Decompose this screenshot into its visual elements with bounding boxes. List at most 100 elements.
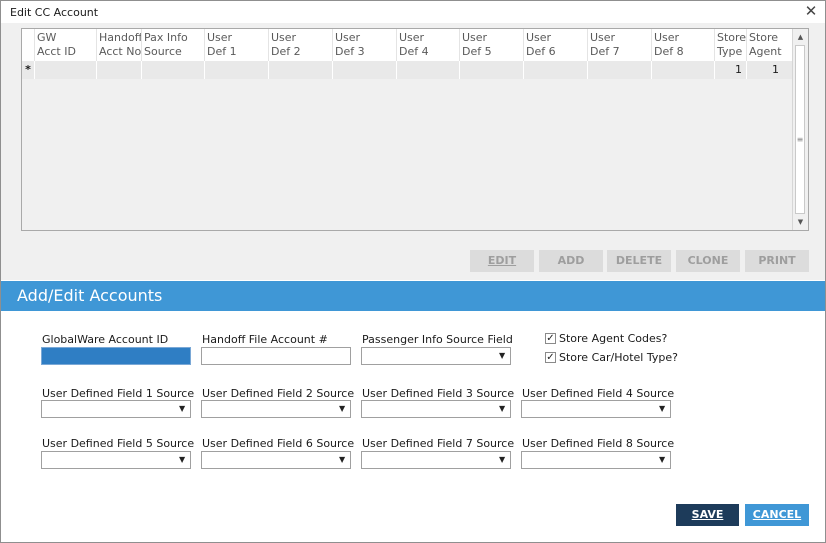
cell-user-def-1[interactable] (205, 61, 269, 79)
column-header-line1: User (462, 31, 488, 44)
window-title: Edit CC Account (10, 6, 99, 19)
row-indicator-header (22, 29, 35, 61)
column-header-store-agent[interactable]: Store Agent (747, 29, 783, 61)
table-row-new[interactable]: * 1 1 (22, 61, 793, 79)
chevron-down-icon: ▼ (499, 404, 506, 413)
column-header-user-def-8[interactable]: User Def 8 (652, 29, 715, 61)
edit-button[interactable]: EDIT (470, 250, 534, 272)
column-header-user-def-4[interactable]: User Def 4 (397, 29, 460, 61)
user-field-1-dropdown[interactable]: ▼ (41, 400, 191, 418)
globalware-account-id-input[interactable] (41, 347, 191, 365)
passenger-info-source-label: Passenger Info Source Field (362, 333, 513, 346)
user-field-7-label: User Defined Field 7 Source (362, 437, 515, 450)
column-header-pax-info-source[interactable]: Pax Info Source (142, 29, 205, 61)
cell-pax-info-source[interactable] (142, 61, 205, 79)
add-edit-accounts-header: Add/Edit Accounts (1, 281, 825, 311)
grid-vertical-scrollbar[interactable]: ▲ ≡ ▼ (792, 29, 808, 230)
delete-button-label: DELETE (615, 254, 663, 267)
grip-icon: ≡ (796, 135, 804, 144)
print-button[interactable]: PRINT (745, 250, 809, 272)
column-header-line2: Def 4 (399, 45, 429, 58)
accounts-grid[interactable]: GW Acct ID Handoff Acct No Pax Info Sour… (21, 28, 809, 231)
cell-user-def-4[interactable] (397, 61, 460, 79)
column-header-line2: Def 1 (207, 45, 237, 58)
passenger-info-source-dropdown[interactable]: ▼ (361, 347, 511, 365)
clone-button[interactable]: CLONE (676, 250, 740, 272)
clone-button-label: CLONE (687, 254, 729, 267)
column-header-line1: User (399, 31, 425, 44)
column-header-line2: Agent (749, 45, 782, 58)
chevron-down-icon: ▼ (499, 455, 506, 464)
user-field-3-label: User Defined Field 3 Source (362, 387, 515, 400)
chevron-down-icon: ▼ (659, 404, 666, 413)
save-button[interactable]: SAVE (676, 504, 739, 526)
cell-store-type[interactable]: 1 (715, 61, 747, 79)
cell-gw-acct-id[interactable] (35, 61, 97, 79)
column-header-line2: Def 6 (526, 45, 556, 58)
user-field-1-label: User Defined Field 1 Source (42, 387, 195, 400)
scroll-up-icon[interactable]: ▲ (793, 30, 808, 44)
column-header-line2: Acct ID (37, 45, 76, 58)
title-bar: Edit CC Account ✕ (1, 1, 825, 23)
chevron-down-icon: ▼ (339, 404, 346, 413)
edit-button-label: EDIT (487, 254, 517, 267)
user-field-6-label: User Defined Field 6 Source (202, 437, 355, 450)
cell-user-def-5[interactable] (460, 61, 524, 79)
cell-user-def-7[interactable] (588, 61, 652, 79)
chevron-down-icon: ▼ (179, 404, 186, 413)
column-header-line2: Type (717, 45, 743, 58)
column-header-line1: GW (37, 31, 57, 44)
column-header-line1: User (590, 31, 616, 44)
add-button[interactable]: ADD (539, 250, 603, 272)
section-title: Add/Edit Accounts (17, 286, 163, 305)
column-header-line1: Store (749, 31, 779, 44)
column-header-line2: Def 5 (462, 45, 492, 58)
store-agent-codes-label: Store Agent Codes? (559, 332, 668, 345)
scroll-thumb[interactable]: ≡ (795, 45, 805, 214)
scroll-down-icon[interactable]: ▼ (793, 215, 808, 229)
handoff-file-account-input[interactable] (201, 347, 351, 365)
user-field-8-dropdown[interactable]: ▼ (521, 451, 671, 469)
delete-button[interactable]: DELETE (607, 250, 671, 272)
user-field-6-dropdown[interactable]: ▼ (201, 451, 351, 469)
store-car-hotel-type-checkbox[interactable]: ✓ (545, 352, 556, 363)
new-row-indicator: * (22, 61, 35, 79)
cell-user-def-6[interactable] (524, 61, 588, 79)
user-field-5-dropdown[interactable]: ▼ (41, 451, 191, 469)
cell-user-def-2[interactable] (269, 61, 333, 79)
column-header-line1: User (654, 31, 680, 44)
cell-handoff-acct-no[interactable] (97, 61, 142, 79)
user-field-2-dropdown[interactable]: ▼ (201, 400, 351, 418)
cell-store-agent[interactable]: 1 (747, 61, 783, 79)
grid-header: GW Acct ID Handoff Acct No Pax Info Sour… (22, 29, 793, 61)
edit-cc-account-window: Edit CC Account ✕ GW Acct ID Handoff Acc… (0, 0, 826, 543)
cell-user-def-3[interactable] (333, 61, 397, 79)
column-header-line1: User (335, 31, 361, 44)
globalware-account-id-label: GlobalWare Account ID (42, 333, 169, 346)
column-header-line2: Def 3 (335, 45, 365, 58)
cancel-button[interactable]: CANCEL (745, 504, 809, 526)
user-field-7-dropdown[interactable]: ▼ (361, 451, 511, 469)
chevron-down-icon: ▼ (179, 455, 186, 464)
user-field-4-dropdown[interactable]: ▼ (521, 400, 671, 418)
column-header-user-def-7[interactable]: User Def 7 (588, 29, 652, 61)
column-header-user-def-5[interactable]: User Def 5 (460, 29, 524, 61)
column-header-line1: Pax Info (144, 31, 188, 44)
column-header-line2: Source (144, 45, 182, 58)
column-header-user-def-6[interactable]: User Def 6 (524, 29, 588, 61)
column-header-handoff-acct-no[interactable]: Handoff Acct No (97, 29, 142, 61)
store-agent-codes-checkbox[interactable]: ✓ (545, 333, 556, 344)
column-header-line1: Handoff (99, 31, 142, 44)
cell-user-def-8[interactable] (652, 61, 715, 79)
user-field-3-dropdown[interactable]: ▼ (361, 400, 511, 418)
column-header-user-def-1[interactable]: User Def 1 (205, 29, 269, 61)
column-header-user-def-3[interactable]: User Def 3 (333, 29, 397, 61)
save-button-label: SAVE (691, 508, 724, 521)
column-header-gw-acct-id[interactable]: GW Acct ID (35, 29, 97, 61)
column-header-user-def-2[interactable]: User Def 2 (269, 29, 333, 61)
column-header-line1: User (207, 31, 233, 44)
chevron-down-icon: ▼ (499, 351, 506, 360)
column-header-store-type[interactable]: Store Type (715, 29, 747, 61)
close-icon[interactable]: ✕ (803, 3, 819, 19)
column-header-line1: User (271, 31, 297, 44)
